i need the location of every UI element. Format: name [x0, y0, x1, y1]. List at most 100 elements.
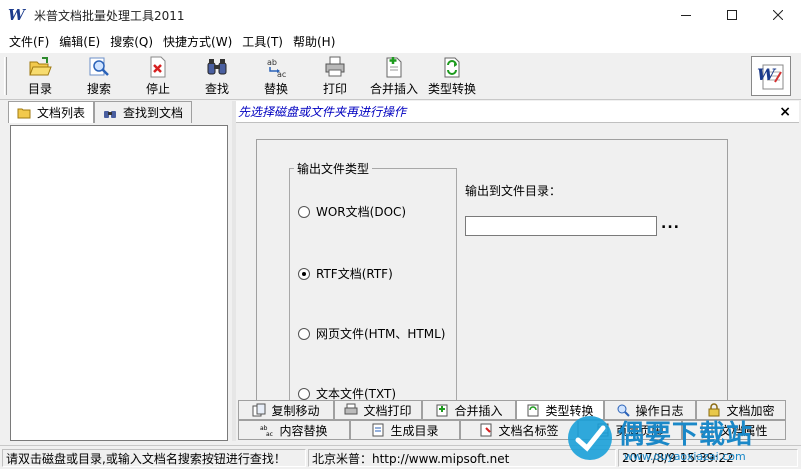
option-rtf-label: RTF文档(RTF) — [316, 267, 393, 281]
toolbar-merge-insert-button[interactable]: 合并插入 — [366, 55, 422, 99]
toolbar-directory-button[interactable]: 目录 — [20, 55, 60, 99]
toolbar-stop-button[interactable]: 停止 — [138, 55, 178, 99]
tab-merge-insert[interactable]: 合并插入 — [422, 400, 516, 420]
menu-help[interactable]: 帮助(H) — [288, 33, 340, 50]
radio-txt[interactable] — [298, 387, 310, 400]
maximize-button[interactable] — [709, 0, 755, 30]
svg-text:ac: ac — [277, 70, 286, 79]
option-txt-label: 文本文件(TXT) — [316, 387, 397, 401]
option-doc[interactable]: WOR文档(DOC) — [298, 203, 406, 220]
option-html-label: 网页文件(HTM、HTML) — [316, 327, 446, 341]
tab-copy-move[interactable]: 复制移动 — [238, 400, 334, 420]
catalog-icon — [372, 423, 384, 437]
left-panel: 文档列表 查找到文档 — [4, 101, 232, 441]
menu-tools[interactable]: 工具(T) — [237, 33, 288, 50]
menu-file[interactable]: 文件(F) — [4, 33, 54, 50]
merge-insert-icon — [386, 57, 402, 78]
binoculars-icon — [207, 59, 227, 75]
word-logo-icon: W — [751, 56, 791, 96]
toolbar-grip[interactable] — [4, 57, 7, 95]
output-type-legend: 输出文件类型 — [294, 160, 373, 177]
toolbar-print-label: 打印 — [322, 82, 347, 96]
convert-icon — [444, 57, 460, 78]
site-watermark: 偶要下载站 www.ouyaoxiazai.com — [560, 410, 800, 468]
toolbar-search-button[interactable]: 搜索 — [79, 55, 119, 99]
copy-move-icon — [252, 403, 266, 417]
toolbar-merge-insert-label: 合并插入 — [369, 82, 418, 96]
tab-copy-move-label: 复制移动 — [271, 403, 320, 418]
status-hint: 请双击磁盘或目录,或输入文档名搜索按钮进行查找！ — [2, 449, 306, 467]
printer-icon — [344, 403, 358, 415]
menu-search[interactable]: 搜索(Q) — [105, 33, 158, 50]
toolbar-convert-button[interactable]: 类型转换 — [424, 55, 480, 99]
right-panel: 先选择磁盘或文件夹再进行操作 × 输出文件类型 WOR文档(DOC) RTF文档… — [236, 101, 799, 441]
output-type-group: 输出文件类型 WOR文档(DOC) RTF文档(RTF) 网页文件(HTM、HT… — [289, 160, 457, 401]
toolbar-directory-label: 目录 — [27, 82, 52, 96]
printer-icon — [325, 56, 345, 77]
menu-shortcuts[interactable]: 快捷方式(W) — [158, 33, 237, 50]
radio-doc[interactable] — [298, 205, 310, 218]
tab-document-list[interactable]: 文档列表 — [8, 101, 95, 123]
maximize-icon — [727, 10, 737, 20]
toolbar-replace-label: 替换 — [263, 82, 288, 96]
output-dir-label: 输出到文件目录： — [465, 184, 562, 198]
replace-icon: abac — [260, 425, 273, 437]
tab-generate-catalog-label: 生成目录 — [390, 423, 439, 438]
close-icon — [773, 10, 783, 20]
toolbar-stop-label: 停止 — [145, 82, 170, 96]
svg-text:ac: ac — [266, 431, 273, 437]
option-txt[interactable]: 文本文件(TXT) — [298, 385, 397, 401]
toolbar-convert-label: 类型转换 — [427, 82, 476, 96]
output-dir-input[interactable] — [465, 216, 657, 236]
tab-generate-catalog[interactable]: 生成目录 — [350, 420, 460, 440]
minimize-button[interactable] — [663, 0, 709, 30]
option-rtf[interactable]: RTF文档(RTF) — [298, 265, 393, 282]
menu-edit[interactable]: 编辑(E) — [54, 33, 105, 50]
folder-icon — [17, 108, 31, 118]
binoculars-icon — [104, 110, 117, 118]
tab-document-print[interactable]: 文档打印 — [334, 400, 422, 420]
toolbar-find-label: 查找 — [204, 82, 229, 96]
stop-icon — [150, 56, 166, 78]
tab-found-documents-label: 查找到文档 — [123, 106, 184, 120]
menu-bar: 文件(F) 编辑(E) 搜索(Q) 快捷方式(W) 工具(T) 帮助(H) — [0, 30, 801, 52]
toolbar-print-button[interactable]: 打印 — [315, 55, 355, 99]
convert-icon — [527, 404, 539, 417]
tab-found-documents[interactable]: 查找到文档 — [94, 101, 193, 123]
merge-insert-icon — [436, 404, 448, 417]
radio-rtf[interactable] — [298, 267, 310, 280]
tab-merge-insert-label: 合并插入 — [454, 403, 503, 418]
toolbar: 目录 搜索 停止 查找 ab ac 替换 打印 合并插入 类型转换 W — [0, 52, 801, 100]
watermark-url: www.ouyaoxiazai.com — [624, 450, 746, 463]
app-logo-icon: W — [8, 6, 25, 24]
toolbar-find-button[interactable]: 查找 — [197, 55, 237, 99]
convert-options-card: 输出文件类型 WOR文档(DOC) RTF文档(RTF) 网页文件(HTM、HT… — [256, 139, 728, 401]
tab-document-list-label: 文档列表 — [37, 106, 86, 120]
toolbar-replace-button[interactable]: ab ac 替换 — [256, 55, 296, 99]
hint-bar: 先选择磁盘或文件夹再进行操作 × — [236, 101, 799, 123]
folder-open-icon — [29, 57, 52, 76]
option-doc-label: WOR文档(DOC) — [316, 205, 407, 219]
svg-text:W: W — [757, 65, 777, 84]
watermark-text: 偶要下载站 — [618, 420, 754, 450]
replace-icon: ab ac — [267, 58, 286, 79]
panel-close-icon[interactable]: × — [779, 104, 791, 120]
document-list[interactable] — [10, 125, 228, 441]
tab-document-print-label: 文档打印 — [363, 403, 412, 418]
browse-button[interactable]: ... — [661, 216, 680, 232]
tab-content-replace[interactable]: ab ac 内容替换 — [238, 420, 350, 440]
window-controls — [663, 0, 801, 30]
tag-icon — [480, 423, 492, 437]
left-panel-tabs: 文档列表 查找到文档 — [8, 101, 193, 123]
window-title: 米普文档批量处理工具2011 — [34, 8, 185, 23]
toolbar-search-label: 搜索 — [86, 82, 111, 96]
radio-html[interactable] — [298, 327, 310, 340]
close-button[interactable] — [755, 0, 801, 30]
hint-text: 先选择磁盘或文件夹再进行操作 — [238, 105, 407, 119]
title-bar: W 米普文档批量处理工具2011 — [0, 0, 801, 30]
svg-text:ab: ab — [267, 58, 277, 67]
tab-filename-tag-label: 文档名标签 — [498, 423, 559, 438]
magnifier-icon — [89, 57, 109, 76]
option-html[interactable]: 网页文件(HTM、HTML) — [298, 325, 445, 342]
minimize-icon — [681, 15, 691, 16]
